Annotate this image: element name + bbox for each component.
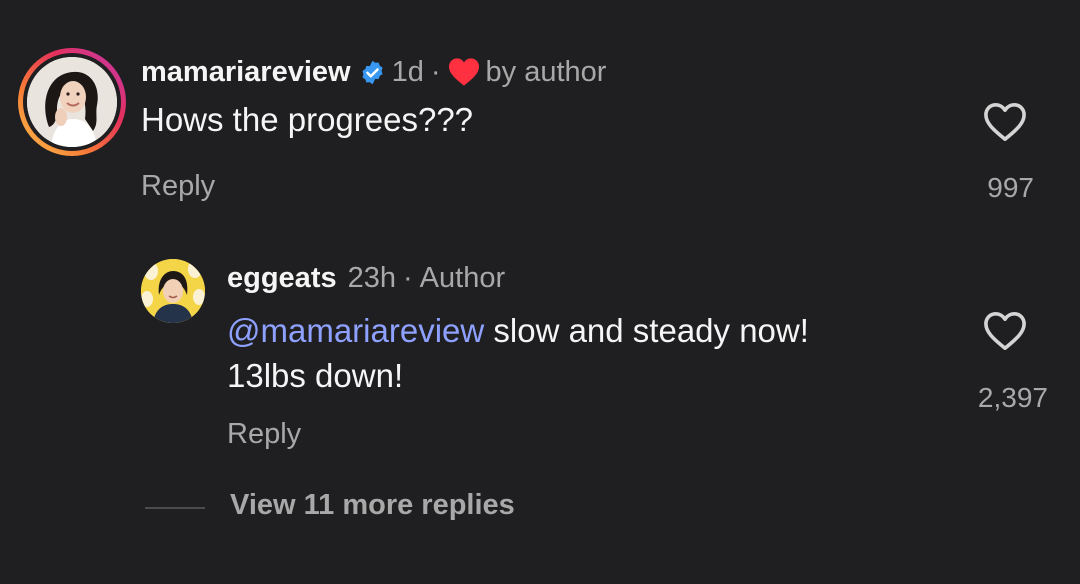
reply-username[interactable]: eggeats	[227, 262, 337, 295]
like-heart-icon[interactable]	[982, 101, 1028, 143]
separator-dot: ·	[430, 55, 441, 88]
avatar-photo	[27, 57, 117, 147]
view-more-divider	[145, 507, 205, 509]
reply-avatar[interactable]	[141, 259, 205, 323]
comment-text: Hows the progrees???	[141, 101, 474, 138]
reply-header: eggeats 23h · Author	[227, 258, 505, 298]
like-count[interactable]: 997	[987, 172, 1034, 204]
avatar-story-ring[interactable]	[18, 48, 126, 156]
reply-text-line1: slow and steady now!	[484, 312, 809, 349]
reply-button[interactable]: Reply	[227, 418, 301, 451]
reply-avatar-photo	[141, 259, 205, 323]
separator-dot: ·	[403, 261, 413, 294]
reply-text: @mamariareview slow and steady now! 13lb…	[227, 308, 947, 398]
reply-text-line2: 13lbs down!	[227, 357, 404, 394]
mention-link[interactable]: @mamariareview	[227, 312, 484, 349]
like-heart-icon[interactable]	[982, 310, 1028, 352]
reply-timestamp: 23h	[347, 261, 396, 294]
liked-by-author-label: by author	[485, 55, 607, 88]
comment-header: mamariareview 1d · by author	[141, 52, 606, 92]
comment-timestamp: 1d	[391, 55, 424, 88]
author-label: Author	[419, 261, 506, 294]
view-more-replies-button[interactable]: View 11 more replies	[230, 489, 515, 522]
verified-badge-icon	[362, 60, 383, 84]
reply-button[interactable]: Reply	[141, 170, 215, 203]
like-count[interactable]: 2,397	[978, 382, 1048, 414]
avatar[interactable]	[27, 57, 117, 147]
author-liked-heart-icon	[448, 58, 479, 86]
username[interactable]: mamariareview	[141, 56, 351, 89]
